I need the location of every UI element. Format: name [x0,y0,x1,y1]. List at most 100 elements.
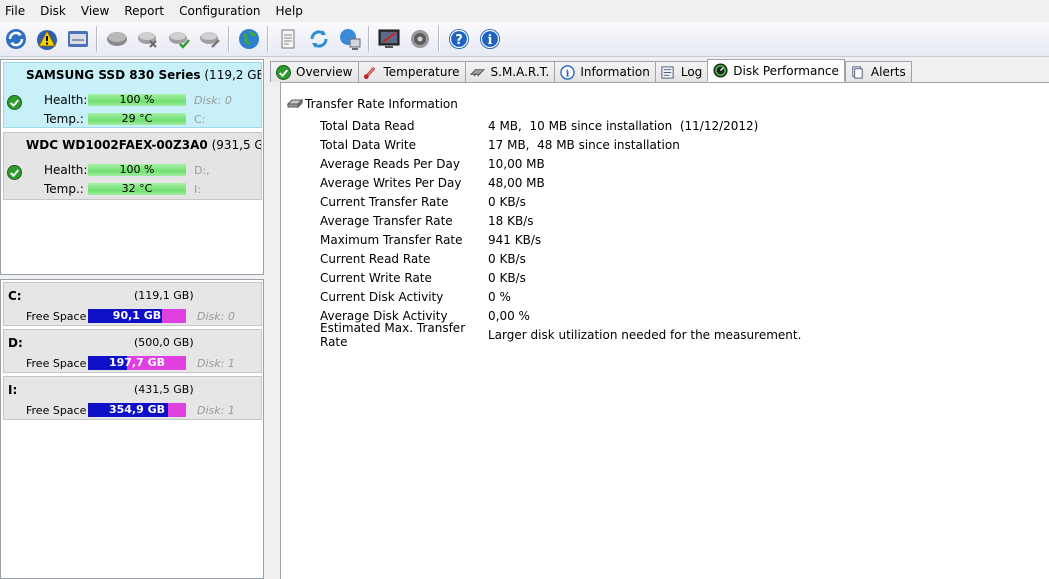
log-icon [660,64,676,80]
temp-bar: 32 °C [88,183,186,195]
toolbar-separator [267,26,269,52]
tab-label: Alerts [870,65,906,79]
volume-item-i[interactable]: I: (431,5 GB) Free Space 354,9 GB Disk: … [3,376,262,420]
disk-remove-icon[interactable] [134,26,161,53]
svg-text:i: i [566,68,570,79]
volume-letter: C: [8,289,22,303]
table-row: Average Transfer Rate 18 KB/s [320,211,801,230]
row-key: Average Reads Per Day [320,156,460,171]
disk-check-icon[interactable] [165,26,192,53]
gauge-icon [712,63,728,79]
toolbar-separator [438,26,440,52]
disk-item-wdc[interactable]: WDC WD1002FAEX-00Z3A0 (931,5 GB) Disk He… [3,132,262,200]
chip-icon [470,64,486,80]
health-label: Health: [44,93,88,107]
table-row: Total Data Write 17 MB, 48 MB since insta… [320,135,801,154]
free-space-bar: 197,7 GB [88,356,186,370]
menu-configuration[interactable]: Configuration [173,0,269,22]
tab-label: Overview [296,65,353,79]
table-row: Estimated Max. Transfer Rate Larger disk … [320,321,802,349]
table-row: Average Reads Per Day 10,00 MB [320,154,801,173]
volume-item-c[interactable]: C: (119,1 GB) Free Space 90,1 GB Disk: 0 [3,282,262,326]
row-value: 10,00 MB [488,156,545,171]
row-value: 4 MB, 10 MB since installation (11/12/20… [488,118,759,133]
row-value: 18 KB/s [488,213,534,228]
disk-performance-panel: Transfer Rate Information Total Data Rea… [280,82,1049,579]
tab-label: Information [580,65,650,79]
free-space-label: Free Space [26,310,87,323]
row-key: Current Disk Activity [320,289,444,304]
disk-gray-icon[interactable] [103,26,130,53]
row-key: Estimated Max. Transfer Rate [320,320,466,349]
menu-bar: File Disk View Report Configuration Help [0,0,1049,22]
volume-size: (500,0 GB) [134,336,194,349]
row-value: 941 KB/s [488,232,542,247]
tab-alerts[interactable]: Alerts [844,61,912,82]
row-key: Current Write Rate [320,270,432,285]
disk-name: SAMSUNG SSD 830 Series [26,68,201,82]
drive-icon[interactable] [64,26,91,53]
row-key: Maximum Transfer Rate [320,232,463,247]
performance-table: Total Data Read 4 MB, 10 MB since install… [320,116,802,349]
table-row: Maximum Transfer Rate 941 KB/s [320,230,801,249]
table-row: Average Writes Per Day 48,00 MB [320,173,801,192]
volume-letter: D: [8,336,23,350]
volume-item-d[interactable]: D: (500,0 GB) Free Space 197,7 GB Disk: … [3,329,262,373]
health-bar: 100 % [88,94,186,106]
menu-view[interactable]: View [75,0,118,22]
disk-item-samsung[interactable]: SAMSUNG SSD 830 Series (119,2 GB) Health… [3,62,262,128]
toolbar-separator [96,26,98,52]
tab-label: Log [680,65,703,79]
disk-tool-icon[interactable] [196,26,223,53]
table-row: Current Read Rate 0 KB/s [320,249,801,268]
drive-small-icon [287,98,303,109]
disk-number: Disk: 0 [194,94,232,107]
row-key: Total Data Read [320,118,415,133]
thermometer-icon [363,64,379,80]
disk-title: WDC WD1002FAEX-00Z3A0 (931,5 GB) Disk [26,138,261,152]
menu-file[interactable]: File [0,0,34,22]
tab-overview[interactable]: Overview [270,61,358,82]
section-header: Transfer Rate Information [287,97,458,111]
info-icon[interactable]: i [476,26,503,53]
tab-log[interactable]: Log [654,61,708,82]
toolbar-separator [368,26,370,52]
table-row: Current Disk Activity 0 % [320,287,801,306]
row-value: 0 KB/s [488,270,526,285]
volume-size: (119,1 GB) [134,289,194,302]
globe-icon[interactable] [235,26,262,53]
warning-icon[interactable] [33,26,60,53]
free-space-bar: 354,9 GB [88,403,186,417]
temp-bar: 29 °C [88,113,186,125]
row-value: 0 % [488,289,511,304]
disk-title: SAMSUNG SSD 830 Series (119,2 GB) [26,68,261,82]
tab-temperature[interactable]: Temperature [357,61,465,82]
menu-report[interactable]: Report [118,0,173,22]
tab-information[interactable]: i Information [554,61,655,82]
row-key: Total Data Write [320,137,416,152]
temp-label: Temp.: [44,112,84,126]
tab-smart[interactable]: S.M.A.R.T. [464,61,555,82]
speaker-icon[interactable] [406,26,433,53]
row-value: 17 MB, 48 MB since installation [488,137,680,152]
toolbar-separator [228,26,230,52]
tab-bar: Overview Temperature S.M.A.R.T. i Inform… [270,59,912,82]
disk-size: (119,2 GB) [204,68,261,82]
sync-icon[interactable] [305,26,332,53]
free-space-value: 90,1 GB [112,309,162,322]
network-icon[interactable] [336,26,363,53]
row-value: Larger disk utilization needed for the m… [488,327,802,342]
row-key: Current Transfer Rate [320,194,449,209]
refresh-icon[interactable] [2,26,29,53]
alerts-icon [850,64,866,80]
health-ok-icon [7,165,22,180]
volume-letter: I: [8,383,18,397]
row-value: 48,00 MB [488,175,545,190]
drive-letters: I: [194,183,201,196]
menu-disk[interactable]: Disk [34,0,75,22]
document-icon[interactable] [274,26,301,53]
menu-help[interactable]: Help [270,0,312,22]
tab-disk-performance[interactable]: Disk Performance [707,59,845,82]
help-icon[interactable]: ? [445,26,472,53]
monitor-icon[interactable] [375,26,402,53]
